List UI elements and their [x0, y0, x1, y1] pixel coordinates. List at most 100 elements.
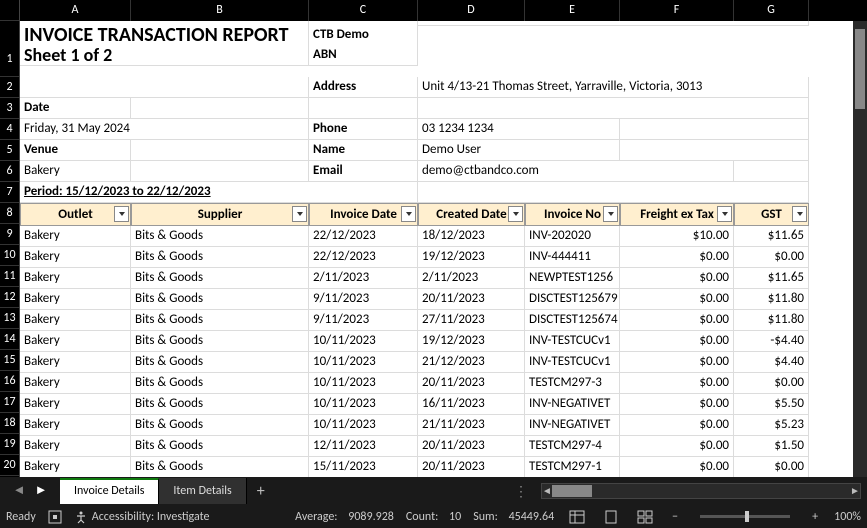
table-cell[interactable]: INV-TESTCUCv1 — [525, 331, 620, 352]
table-cell[interactable]: Bits & Goods — [131, 226, 309, 247]
table-cell[interactable]: Bakery — [20, 394, 131, 415]
table-cell[interactable]: INV-TESTCUCv1 — [525, 352, 620, 373]
table-cell[interactable]: Bits & Goods — [131, 247, 309, 268]
table-cell[interactable]: DISCTEST125679 — [525, 289, 620, 310]
column-header-F[interactable]: F — [620, 0, 734, 21]
table-cell[interactable]: Bakery — [20, 331, 131, 352]
table-cell[interactable]: 19/12/2023 — [418, 331, 525, 352]
row-header-9[interactable]: 9 — [0, 224, 19, 245]
table-cell[interactable]: $0.00 — [620, 457, 734, 478]
table-cell[interactable]: Bits & Goods — [131, 457, 309, 478]
table-cell[interactable]: 15/11/2023 — [309, 457, 418, 478]
table-header-invoice-no[interactable]: Invoice No — [525, 203, 620, 226]
table-cell[interactable]: $0.00 — [734, 373, 809, 394]
filter-dropdown-icon[interactable] — [508, 206, 523, 222]
table-header-gst[interactable]: GST — [734, 203, 809, 226]
table-header-supplier[interactable]: Supplier — [131, 203, 309, 226]
filter-dropdown-icon[interactable] — [717, 206, 732, 222]
table-cell[interactable]: DISCTEST125674 — [525, 310, 620, 331]
phone-value-cell[interactable]: 03 1234 1234 — [418, 119, 620, 140]
column-header-D[interactable]: D — [418, 0, 525, 21]
table-cell[interactable]: Bits & Goods — [131, 415, 309, 436]
table-cell[interactable]: 10/11/2023 — [309, 415, 418, 436]
table-cell[interactable]: $0.00 — [620, 247, 734, 268]
table-cell[interactable]: $1.50 — [734, 436, 809, 457]
address-value-cell[interactable]: Unit 4/13-21 Thomas Street, Yarraville, … — [418, 77, 809, 98]
table-cell[interactable]: 21/11/2023 — [418, 415, 525, 436]
table-cell[interactable]: $0.00 — [620, 394, 734, 415]
table-cell[interactable]: $11.65 — [734, 268, 809, 289]
row-header-8[interactable]: 8 — [0, 203, 19, 224]
table-cell[interactable]: -$4.40 — [734, 331, 809, 352]
table-cell[interactable]: Bakery — [20, 373, 131, 394]
email-label-cell[interactable]: Email — [309, 161, 418, 182]
table-cell[interactable]: 10/11/2023 — [309, 331, 418, 352]
row-header-13[interactable]: 13 — [0, 308, 19, 329]
row-header-16[interactable]: 16 — [0, 371, 19, 392]
table-cell[interactable]: Bakery — [20, 268, 131, 289]
report-title-cell[interactable]: INVOICE TRANSACTION REPORTSheet 1 of 2 — [20, 21, 309, 66]
table-cell[interactable]: Bakery — [20, 247, 131, 268]
column-header-A[interactable]: A — [20, 0, 131, 21]
view-normal-icon[interactable] — [566, 508, 588, 526]
row-header-4[interactable]: 4 — [0, 119, 19, 140]
table-cell[interactable]: Bits & Goods — [131, 289, 309, 310]
view-page-layout-icon[interactable] — [600, 508, 622, 526]
row-header-5[interactable]: 5 — [0, 140, 19, 161]
address-label-cell[interactable]: Address — [309, 77, 418, 98]
table-cell[interactable]: $5.23 — [734, 415, 809, 436]
table-cell[interactable]: Bakery — [20, 289, 131, 310]
table-cell[interactable]: Bakery — [20, 436, 131, 457]
table-cell[interactable]: INV-NEGATIVET — [525, 415, 620, 436]
table-cell[interactable]: 10/11/2023 — [309, 373, 418, 394]
tab-nav-next[interactable]: ► — [30, 480, 52, 502]
table-cell[interactable]: Bits & Goods — [131, 352, 309, 373]
column-header-B[interactable]: B — [131, 0, 309, 21]
table-cell[interactable]: $0.00 — [620, 331, 734, 352]
row-header-11[interactable]: 11 — [0, 266, 19, 287]
table-cell[interactable]: $0.00 — [620, 268, 734, 289]
table-cell[interactable]: 19/12/2023 — [418, 247, 525, 268]
table-cell[interactable]: 10/11/2023 — [309, 352, 418, 373]
table-cell[interactable]: $0.00 — [620, 373, 734, 394]
sheet-tab-invoice-details[interactable]: Invoice Details — [60, 478, 159, 504]
table-cell[interactable]: $0.00 — [620, 310, 734, 331]
row-header-19[interactable]: 19 — [0, 434, 19, 455]
table-cell[interactable]: Bits & Goods — [131, 310, 309, 331]
row-header-2[interactable]: 2 — [0, 77, 19, 98]
table-cell[interactable]: 21/12/2023 — [418, 352, 525, 373]
table-cell[interactable]: INV-444411 — [525, 247, 620, 268]
venue-label-cell[interactable]: Venue — [20, 140, 131, 161]
macro-record-icon[interactable] — [48, 510, 62, 524]
row-header-18[interactable]: 18 — [0, 413, 19, 434]
table-cell[interactable]: $4.40 — [734, 352, 809, 373]
table-header-freight-ex-tax[interactable]: Freight ex Tax — [620, 203, 734, 226]
new-sheet-button[interactable]: + — [247, 482, 275, 501]
row-header-17[interactable]: 17 — [0, 392, 19, 413]
filter-dropdown-icon[interactable] — [114, 206, 129, 222]
horizontal-scrollbar[interactable]: ◄ ► — [541, 483, 861, 499]
table-cell[interactable]: 20/11/2023 — [418, 289, 525, 310]
filter-dropdown-icon[interactable] — [292, 206, 307, 222]
column-header-G[interactable]: G — [734, 0, 809, 21]
table-cell[interactable]: Bits & Goods — [131, 331, 309, 352]
table-cell[interactable]: 9/11/2023 — [309, 310, 418, 331]
view-page-break-icon[interactable] — [634, 508, 656, 526]
tab-split-handle[interactable]: ⋮ — [506, 483, 535, 500]
table-cell[interactable]: TESTCM297-1 — [525, 457, 620, 478]
vertical-scrollbar[interactable] — [853, 21, 867, 477]
venue-value-cell[interactable]: Bakery — [20, 161, 131, 182]
accessibility-status[interactable]: Accessibility: Investigate — [74, 510, 210, 524]
table-cell[interactable]: Bits & Goods — [131, 394, 309, 415]
date-value-cell[interactable]: Friday, 31 May 2024 — [20, 119, 309, 140]
table-cell[interactable]: Bakery — [20, 457, 131, 478]
table-cell[interactable]: Bits & Goods — [131, 268, 309, 289]
table-cell[interactable]: 22/12/2023 — [309, 226, 418, 247]
table-cell[interactable]: $10.00 — [620, 226, 734, 247]
table-cell[interactable]: 22/12/2023 — [309, 247, 418, 268]
table-cell[interactable]: $0.00 — [620, 289, 734, 310]
table-cell[interactable]: Bakery — [20, 352, 131, 373]
table-header-outlet[interactable]: Outlet — [20, 203, 131, 226]
email-value-cell[interactable]: demo@ctbandco.com — [418, 161, 734, 182]
row-header-1[interactable]: 1 — [0, 21, 19, 77]
